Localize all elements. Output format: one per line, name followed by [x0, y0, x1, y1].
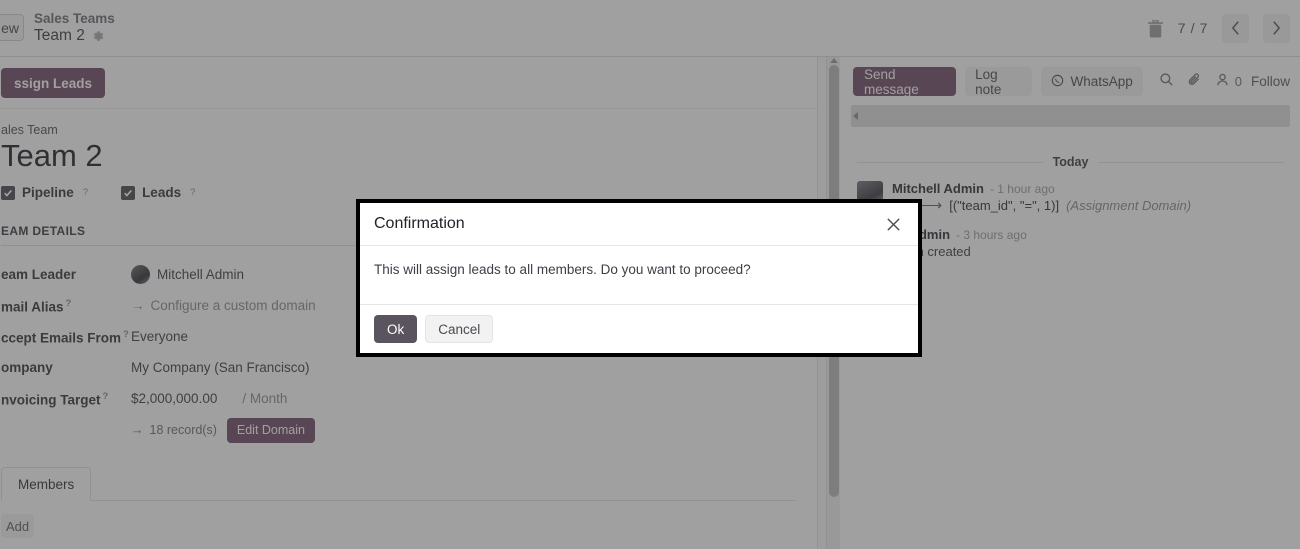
app-root: ew Sales Teams Team 2 7 / 7 [0, 0, 1300, 549]
confirmation-dialog: Confirmation This will assign leads to a… [356, 199, 922, 357]
ok-button[interactable]: Ok [374, 315, 418, 343]
dialog-title: Confirmation [374, 215, 465, 232]
close-icon[interactable] [882, 213, 904, 235]
dialog-footer: Ok Cancel [360, 305, 918, 353]
dialog-header: Confirmation [360, 203, 918, 246]
dialog-message: This will assign leads to all members. D… [360, 246, 918, 305]
cancel-button[interactable]: Cancel [425, 315, 494, 343]
